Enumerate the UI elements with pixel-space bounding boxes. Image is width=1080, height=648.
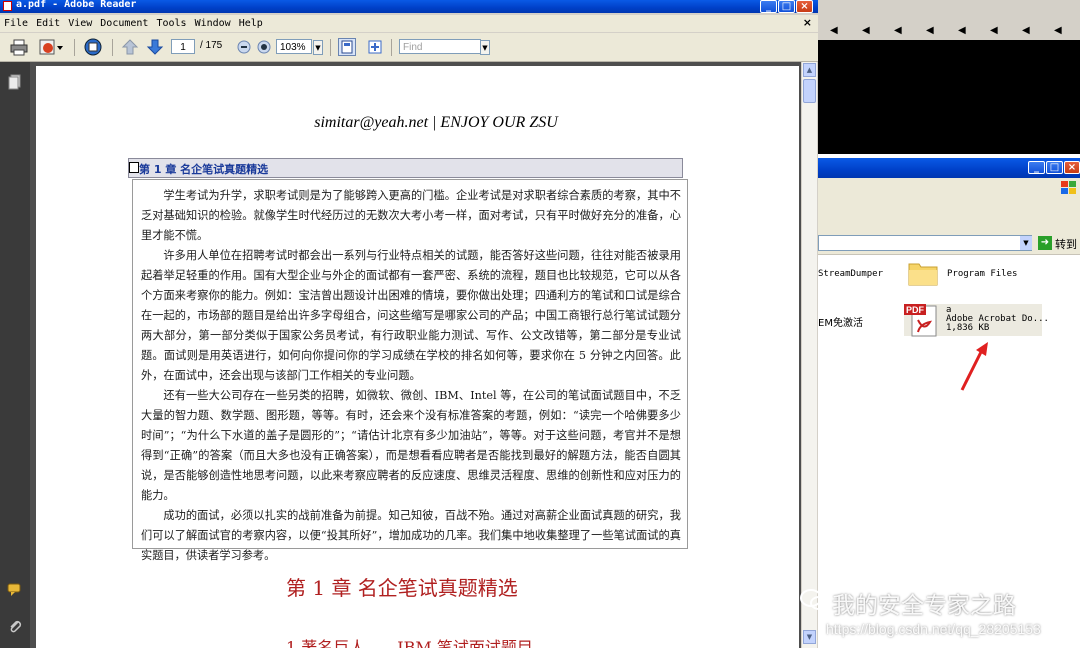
close-button[interactable]: ×	[796, 0, 813, 13]
maximize-button[interactable]: □	[778, 0, 795, 13]
zoom-in-icon[interactable]	[256, 38, 274, 56]
left-arrow-icon[interactable]: ◀	[926, 25, 934, 36]
background-toolbar: ◀ ◀ ◀ ◀ ◀ ◀ ◀ ◀	[818, 24, 1080, 40]
folder-icon[interactable]	[908, 258, 938, 286]
minimize-button[interactable]: _	[1028, 161, 1045, 174]
menu-window[interactable]: Window	[191, 15, 235, 32]
left-arrow-icon[interactable]: ◀	[1054, 25, 1062, 36]
close-button[interactable]: ×	[1064, 161, 1080, 174]
print-icon[interactable]	[10, 38, 28, 56]
wechat-logo-icon	[800, 588, 828, 612]
toolbar-separator	[330, 39, 331, 56]
address-bar: ▼ ➜ 转到	[818, 232, 1080, 255]
left-arrow-icon[interactable]: ◀	[894, 25, 902, 36]
menu-help[interactable]: Help	[235, 15, 267, 32]
file-item-streamdumper[interactable]: StreamDumper	[818, 269, 883, 279]
find-input[interactable]: Find	[399, 39, 481, 54]
explorer-title-bar: _ □ ×	[818, 158, 1080, 178]
background-window-bar	[818, 0, 1080, 24]
email-icon[interactable]	[38, 38, 63, 56]
menu-edit[interactable]: Edit	[32, 15, 64, 32]
pdf-page: simitar@yeah.net | ENJOY OUR ZSU 第 1 章 名…	[36, 66, 799, 648]
intro-paragraph: 学生考试为升学，求职考试则是为了能够跨入更高的门槛。企业考试是对求职者综合素质的…	[141, 189, 681, 242]
attachments-panel-icon[interactable]	[7, 618, 23, 634]
background-dark-window	[818, 24, 1080, 154]
chapter-title: 第 1 章 名企笔试真题精选	[286, 576, 518, 600]
annotation-arrow	[960, 342, 988, 391]
window-title: a.pdf - Adobe Reader	[16, 0, 137, 10]
toolbar-separator	[74, 39, 75, 56]
watermark-title: 我的安全专家之路	[832, 593, 1016, 619]
single-page-view-icon[interactable]	[338, 38, 356, 56]
menu-tools[interactable]: Tools	[152, 15, 190, 32]
go-arrow-icon[interactable]: ➜	[1038, 236, 1052, 250]
fit-page-icon[interactable]	[366, 38, 384, 56]
svg-text:PDF: PDF	[906, 305, 925, 315]
left-arrow-icon[interactable]: ◀	[830, 25, 838, 36]
scroll-down-icon[interactable]: ▼	[803, 630, 816, 644]
menu-document[interactable]: Document	[96, 15, 152, 32]
page-total: / 175	[200, 40, 223, 51]
pdf-app-icon	[3, 1, 12, 11]
vertical-scrollbar[interactable]: ▲ ▼	[801, 62, 817, 648]
zoom-level-input[interactable]: 103%	[276, 39, 312, 54]
zoom-dropdown-icon[interactable]: ▼	[313, 40, 323, 55]
menu-file[interactable]: File	[0, 15, 32, 32]
menu-bar: File Edit View Document Tools Window Help ×	[0, 15, 818, 32]
comments-panel-icon[interactable]	[7, 582, 23, 598]
intro-paragraph: 还有一些大公司存在一些另类的招聘，如微软、微创、IBM、Intel 等，在公司的…	[141, 389, 681, 502]
address-dropdown-icon[interactable]: ▼	[1020, 236, 1032, 250]
section-title: 1 著名巨人——IBM 笔试面试题目	[286, 638, 533, 648]
intro-paragraph: 成功的面试，必须以扎实的战前准备为前提。知己知彼，百战不殆。通过对高薪企业面试真…	[141, 509, 681, 562]
hand-tool-icon[interactable]	[84, 38, 102, 56]
left-arrow-icon[interactable]: ◀	[862, 25, 870, 36]
file-item-em[interactable]: EM免激活	[818, 314, 863, 329]
previous-page-icon[interactable]	[121, 38, 139, 56]
navigation-panel	[0, 62, 30, 648]
intro-text-frame: 学生考试为升学，求职考试则是为了能够跨入更高的门槛。企业考试是对求职者综合素质的…	[132, 179, 688, 562]
bookmark-icon	[129, 162, 139, 173]
adobe-reader-window: a.pdf - Adobe Reader _ □ × File Edit View D…	[0, 0, 818, 648]
pages-panel-icon[interactable]	[7, 74, 23, 90]
left-arrow-icon[interactable]: ◀	[958, 25, 966, 36]
explorer-window: _ □ × ▼ ➜ 转到 StreamDumper Program Files …	[818, 158, 1080, 648]
document-close-button[interactable]: ×	[803, 16, 812, 29]
left-arrow-icon[interactable]: ◀	[1022, 25, 1030, 36]
scroll-thumb[interactable]	[803, 79, 816, 103]
toolbar-separator	[391, 39, 392, 56]
address-input[interactable]	[818, 235, 1032, 251]
file-item-program-files[interactable]: Program Files	[947, 269, 1017, 279]
pdf-file-icon: PDF	[904, 302, 940, 338]
toolbar-separator	[112, 39, 113, 56]
explorer-toolbar	[818, 178, 1080, 232]
menu-view[interactable]: View	[64, 15, 96, 32]
title-bar: a.pdf - Adobe Reader _ □ ×	[0, 0, 818, 13]
file-item-a-pdf[interactable]: PDF a Adobe Acrobat Do... 1,836 KB	[904, 302, 1049, 338]
go-button[interactable]: 转到	[1055, 236, 1077, 252]
maximize-button[interactable]: □	[1046, 161, 1063, 174]
scroll-up-icon[interactable]: ▲	[803, 63, 816, 77]
bookmark-highlight[interactable]: 第 1 章 名企笔试真题精选	[128, 158, 683, 178]
page-number-input[interactable]: 1	[171, 39, 195, 54]
page-header: simitar@yeah.net | ENJOY OUR ZSU	[314, 114, 558, 131]
watermark-url: https://blog.csdn.net/qq_28205153	[826, 621, 1041, 637]
left-arrow-icon[interactable]: ◀	[990, 25, 998, 36]
file-size: 1,836 KB	[946, 323, 990, 333]
find-dropdown-icon[interactable]: ▼	[480, 40, 490, 55]
toolbar: 1 / 175 103% ▼ Find ▼	[0, 33, 818, 62]
intro-paragraph: 许多用人单位在招聘考试时都会出一系列与行业特点相关的试题，能否答好这些问题，往往…	[141, 249, 681, 382]
windows-logo-icon	[1060, 180, 1078, 196]
minimize-button[interactable]: _	[760, 0, 777, 13]
bookmark-title: 第 1 章 名企笔试真题精选	[139, 163, 269, 176]
zoom-out-icon[interactable]	[236, 38, 254, 56]
next-page-icon[interactable]	[146, 38, 164, 56]
